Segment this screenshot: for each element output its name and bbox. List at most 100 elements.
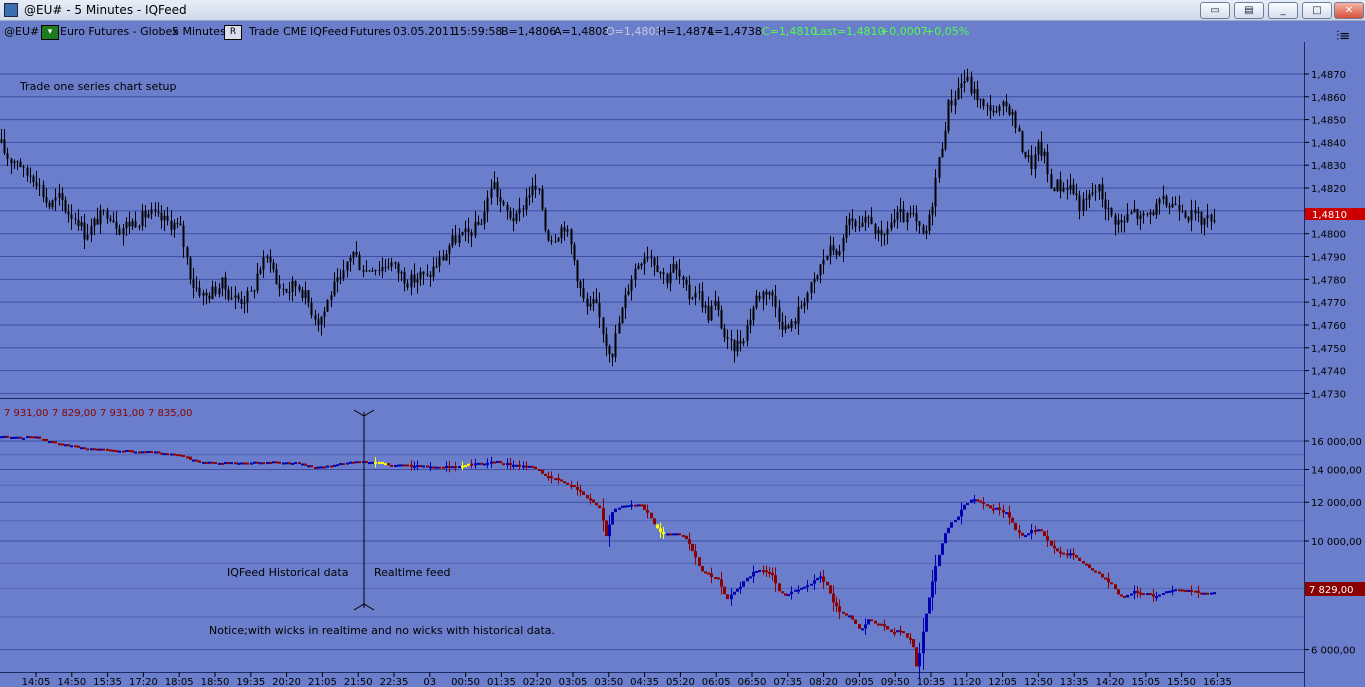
candle-body bbox=[1194, 210, 1197, 214]
candle-body bbox=[67, 211, 70, 215]
volume-bar bbox=[218, 462, 221, 465]
candle-body bbox=[291, 280, 294, 292]
volume-bar bbox=[333, 464, 336, 467]
price-axis-label: 1,4790 bbox=[1311, 253, 1346, 264]
candle-body bbox=[1075, 193, 1078, 196]
volume-bar bbox=[746, 577, 749, 582]
volume-bar bbox=[768, 571, 771, 574]
candle-body bbox=[774, 295, 777, 308]
volume-bar bbox=[874, 620, 877, 624]
volume-bar bbox=[442, 466, 445, 469]
candle-body bbox=[362, 270, 365, 272]
candle-body bbox=[202, 292, 205, 296]
volume-bar bbox=[1075, 554, 1078, 558]
chart-note-title: Trade one series chart setup bbox=[19, 80, 177, 93]
candle-body bbox=[614, 333, 617, 358]
candle-body bbox=[560, 227, 563, 239]
volume-bar bbox=[83, 447, 86, 450]
volume-bar bbox=[1050, 540, 1053, 546]
candle-body bbox=[266, 256, 269, 258]
volume-bar bbox=[989, 505, 992, 509]
volume-bar bbox=[986, 504, 989, 507]
volume-bar bbox=[531, 465, 534, 468]
candle-body bbox=[1050, 174, 1053, 189]
maximize-icon[interactable]: □ bbox=[1302, 2, 1332, 19]
volume-bar bbox=[938, 554, 941, 567]
candle-body bbox=[1011, 111, 1014, 115]
volume-bar bbox=[125, 450, 128, 453]
candle-body bbox=[282, 288, 285, 290]
volume-bar bbox=[422, 465, 425, 468]
symbol[interactable]: @EU# bbox=[4, 25, 39, 38]
volume-bar bbox=[902, 631, 905, 634]
volume-bar bbox=[739, 586, 742, 589]
minimize-icon[interactable]: _ bbox=[1268, 2, 1298, 19]
volume-bar bbox=[634, 504, 637, 507]
candle-body bbox=[909, 213, 912, 215]
candle-body bbox=[982, 99, 985, 106]
time-axis-label: 20:20 bbox=[272, 677, 301, 687]
volume-bar bbox=[563, 481, 566, 484]
symbol-toggle-icon[interactable]: ▾ bbox=[41, 25, 59, 40]
volume-bar bbox=[899, 630, 902, 633]
volume-bar bbox=[1082, 560, 1085, 564]
candle-body bbox=[1091, 192, 1094, 195]
volume-bar bbox=[1126, 594, 1129, 598]
volume-bar bbox=[819, 576, 822, 579]
candle-body bbox=[269, 256, 272, 263]
volume-bar bbox=[454, 466, 457, 469]
candle-body bbox=[1130, 212, 1133, 214]
candle-body bbox=[112, 220, 115, 222]
candle-body bbox=[317, 319, 320, 325]
volume-bar bbox=[998, 507, 1001, 511]
options-icon[interactable]: ▤ bbox=[1234, 2, 1264, 19]
r-button[interactable]: R bbox=[224, 25, 242, 40]
time-axis-label: 16:35 bbox=[1203, 677, 1232, 687]
volume-bar bbox=[896, 630, 899, 633]
candle-body bbox=[176, 223, 179, 225]
candle-body bbox=[218, 288, 221, 295]
time-axis-label: 18:05 bbox=[165, 677, 194, 687]
volume-bar bbox=[541, 469, 544, 474]
chart-area[interactable]: 1,4870 1,4860 1,4850 1,4840 1,4830 1,4820 1,48… bbox=[0, 42, 1365, 687]
volume-bar bbox=[893, 632, 896, 635]
candle-body bbox=[515, 213, 518, 221]
volume-bar bbox=[451, 466, 454, 469]
volume-bar bbox=[406, 464, 409, 467]
historical-label: IQFeed Historical data bbox=[227, 566, 348, 579]
candle-body bbox=[150, 209, 153, 215]
candle-body bbox=[141, 210, 144, 227]
candle-body bbox=[650, 256, 653, 258]
time-axis-label: 11:20 bbox=[952, 677, 981, 687]
restore-icon[interactable]: ▭ bbox=[1200, 2, 1230, 19]
candle-body bbox=[995, 110, 998, 113]
volume-bar bbox=[1094, 570, 1097, 573]
candle-body bbox=[659, 272, 662, 274]
candle-body bbox=[534, 185, 537, 190]
candle-body bbox=[48, 202, 51, 208]
volume-bar bbox=[291, 462, 294, 465]
volume-bar bbox=[1123, 596, 1126, 599]
candle-body bbox=[1034, 154, 1037, 170]
volume-bar bbox=[774, 575, 777, 584]
volume-bar bbox=[438, 466, 441, 469]
candle-body bbox=[922, 225, 925, 234]
candle-body bbox=[931, 206, 934, 215]
volume-bar bbox=[320, 466, 323, 469]
volume-bar bbox=[250, 462, 253, 465]
candle-body bbox=[426, 274, 429, 276]
candle-body bbox=[896, 212, 899, 220]
candle-body bbox=[6, 153, 9, 159]
volume-gridlines bbox=[0, 440, 1304, 651]
volume-bar bbox=[1203, 592, 1206, 595]
candle-body bbox=[1024, 151, 1027, 158]
volume-bar bbox=[867, 619, 870, 625]
volume-bar bbox=[518, 464, 521, 467]
interval[interactable]: 5 Minutes bbox=[172, 25, 226, 38]
volume-bar bbox=[307, 465, 310, 468]
candle-body bbox=[227, 289, 230, 300]
close-icon[interactable]: ✕ bbox=[1334, 2, 1364, 19]
volume-bar bbox=[979, 500, 982, 503]
volume-bar bbox=[221, 462, 224, 465]
candle-body bbox=[554, 241, 557, 243]
